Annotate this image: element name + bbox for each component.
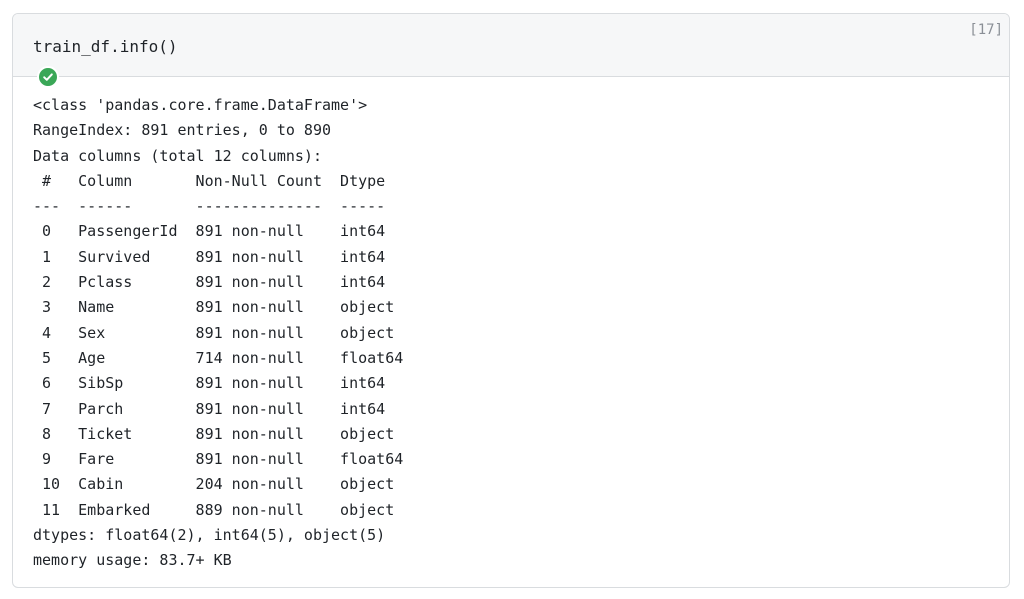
output-line: 9 Fare 891 non-null float64 [33,450,404,469]
output-line: Data columns (total 12 columns): [33,146,322,165]
execution-count: [17] [969,22,1003,38]
output-line: 4 Sex 891 non-null object [33,323,404,342]
checkmark-icon [43,73,53,81]
output-line: 0 PassengerId 891 non-null int64 [33,222,404,241]
output-line: 7 Parch 891 non-null int64 [33,399,404,418]
output-line: 3 Name 891 non-null object [33,298,404,317]
output-line: 1 Survived 891 non-null int64 [33,247,404,266]
output-line: --- ------ -------------- ----- [33,197,404,216]
output-line: # Column Non-Null Count Dtype [33,171,404,190]
output-line: 8 Ticket 891 non-null object [33,424,404,443]
output-line: dtypes: float64(2), int64(5), object(5) [33,526,386,545]
output-line: <class 'pandas.core.frame.DataFrame'> [33,96,368,114]
output-line: memory usage: 83.7+ KB [33,551,232,570]
output-line: RangeIndex: 891 entries, 0 to 890 [33,121,332,140]
notebook-cell[interactable]: train_df.info() [17] <class 'pandas.core… [12,13,1010,588]
output-line: 2 Pclass 891 non-null int64 [33,273,404,292]
cell-input[interactable]: train_df.info() [17] [13,14,1009,77]
output-line: 10 Cabin 204 non-null object [33,475,404,494]
output-line: 11 Embarked 889 non-null object [33,500,404,519]
code-editor[interactable]: train_df.info() [33,37,178,57]
check-circle-icon [37,66,59,88]
output-line: 5 Age 714 non-null float64 [33,348,404,367]
output-line: 6 SibSp 891 non-null int64 [33,374,404,393]
cell-output: <class 'pandas.core.frame.DataFrame'> Ran… [33,93,403,574]
